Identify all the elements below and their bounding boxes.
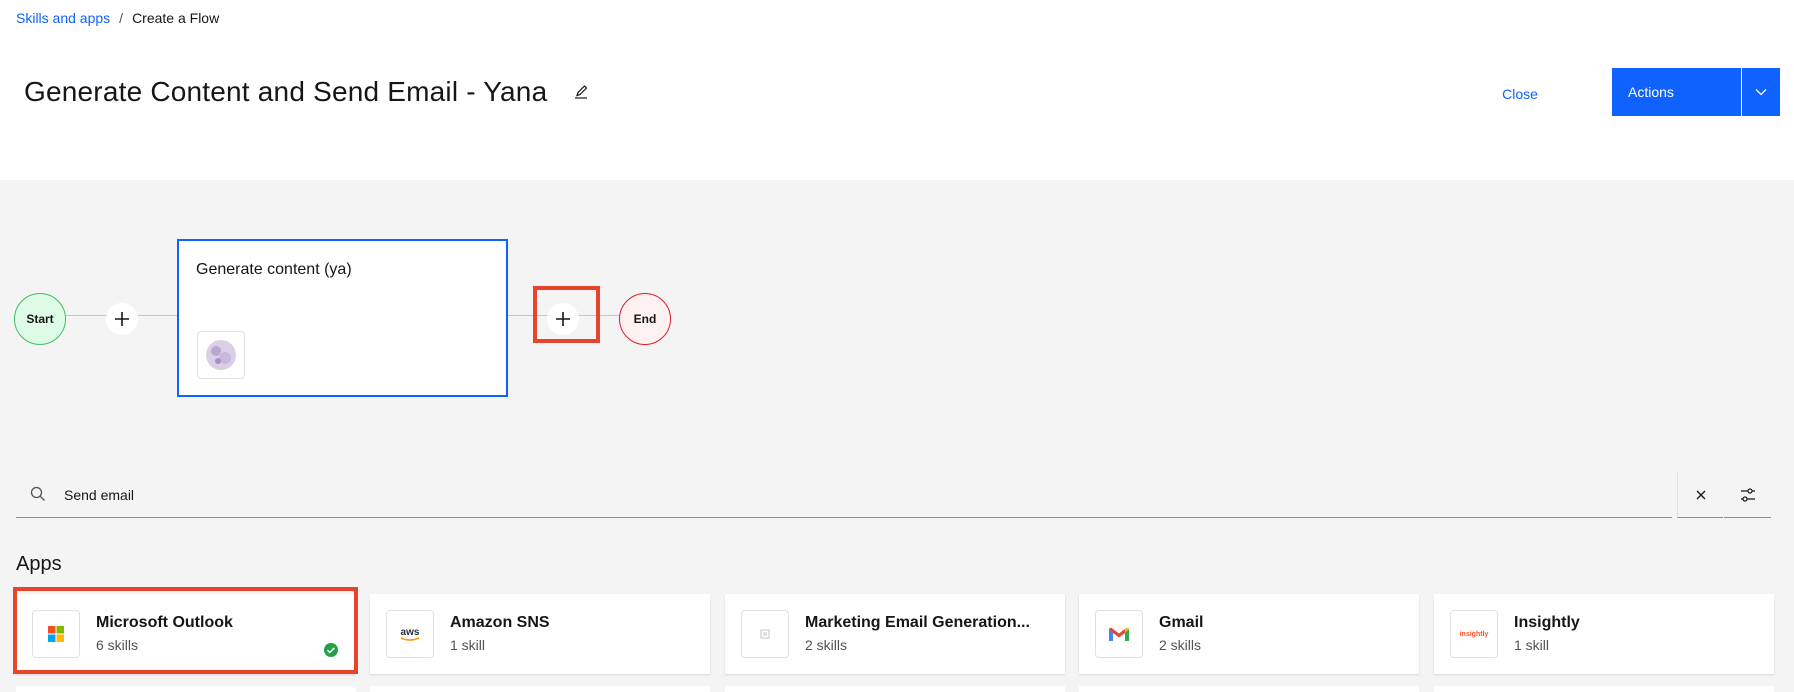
start-node: Start xyxy=(14,293,66,345)
app-skill-count: 2 skills xyxy=(1159,637,1202,653)
clear-search-button[interactable] xyxy=(1677,472,1723,518)
flow-canvas: Start Generate content (ya) End Send ema… xyxy=(0,180,1794,692)
close-icon xyxy=(1696,490,1705,499)
app-skill-count: 1 skill xyxy=(1514,637,1550,653)
skill-card-title: Generate content (ya) xyxy=(196,261,352,278)
generic-app-icon xyxy=(741,610,789,658)
svg-text:aws: aws xyxy=(401,627,420,638)
app-card-partial[interactable] xyxy=(725,686,1065,692)
skill-avatar-icon xyxy=(197,331,245,379)
breadcrumb-current: Create a Flow xyxy=(132,10,220,26)
skill-card-generate-content[interactable]: Generate content (ya) xyxy=(177,239,508,397)
edit-title-icon[interactable] xyxy=(570,81,592,103)
app-name: Insightly xyxy=(1514,614,1580,631)
chevron-down-icon xyxy=(1755,89,1767,96)
app-card-partial[interactable] xyxy=(1434,686,1774,692)
end-node: End xyxy=(619,293,671,345)
settings-adjust-icon xyxy=(1740,487,1755,502)
actions-button[interactable]: Actions xyxy=(1612,68,1741,116)
highlight-box xyxy=(533,286,600,343)
app-card-marketing-email-generation[interactable]: Marketing Email Generation... 2 skills xyxy=(725,594,1065,674)
app-card-gmail[interactable]: Gmail 2 skills xyxy=(1079,594,1419,674)
app-card-partial[interactable] xyxy=(16,686,356,692)
app-card-partial[interactable] xyxy=(1079,686,1419,692)
search-input[interactable] xyxy=(64,472,1614,518)
filter-button[interactable] xyxy=(1724,472,1771,518)
aws-logo-icon: aws xyxy=(386,610,434,658)
breadcrumb-separator: / xyxy=(119,10,124,26)
app-skill-count: 2 skills xyxy=(805,637,848,653)
page-header: Skills and apps / Create a Flow Generate… xyxy=(0,0,1794,180)
app-card-partial[interactable] xyxy=(370,686,710,692)
gmail-logo-icon xyxy=(1095,610,1143,658)
svg-text:insightly: insightly xyxy=(1460,631,1489,638)
app-skill-count: 1 skill xyxy=(450,637,486,653)
page-title: Generate Content and Send Email - Yana xyxy=(24,76,548,107)
breadcrumb: Skills and apps / Create a Flow xyxy=(16,10,219,26)
app-card-insightly[interactable]: insightly Insightly 1 skill xyxy=(1434,594,1774,674)
search-bar xyxy=(16,472,1672,518)
highlight-box xyxy=(13,587,358,674)
app-name: Gmail xyxy=(1159,614,1204,631)
plus-icon xyxy=(115,312,129,326)
app-name: Marketing Email Generation... xyxy=(805,614,1030,631)
breadcrumb-link-skills-and-apps[interactable]: Skills and apps xyxy=(16,10,110,26)
close-button[interactable]: Close xyxy=(1480,80,1560,108)
insightly-logo-icon: insightly xyxy=(1450,610,1498,658)
apps-section-title: Apps xyxy=(16,553,62,575)
search-icon xyxy=(30,486,45,501)
app-name: Amazon SNS xyxy=(450,614,550,631)
add-step-button[interactable] xyxy=(106,303,138,335)
app-card-amazon-sns[interactable]: aws Amazon SNS 1 skill xyxy=(370,594,710,674)
actions-menu-toggle[interactable] xyxy=(1742,68,1780,116)
